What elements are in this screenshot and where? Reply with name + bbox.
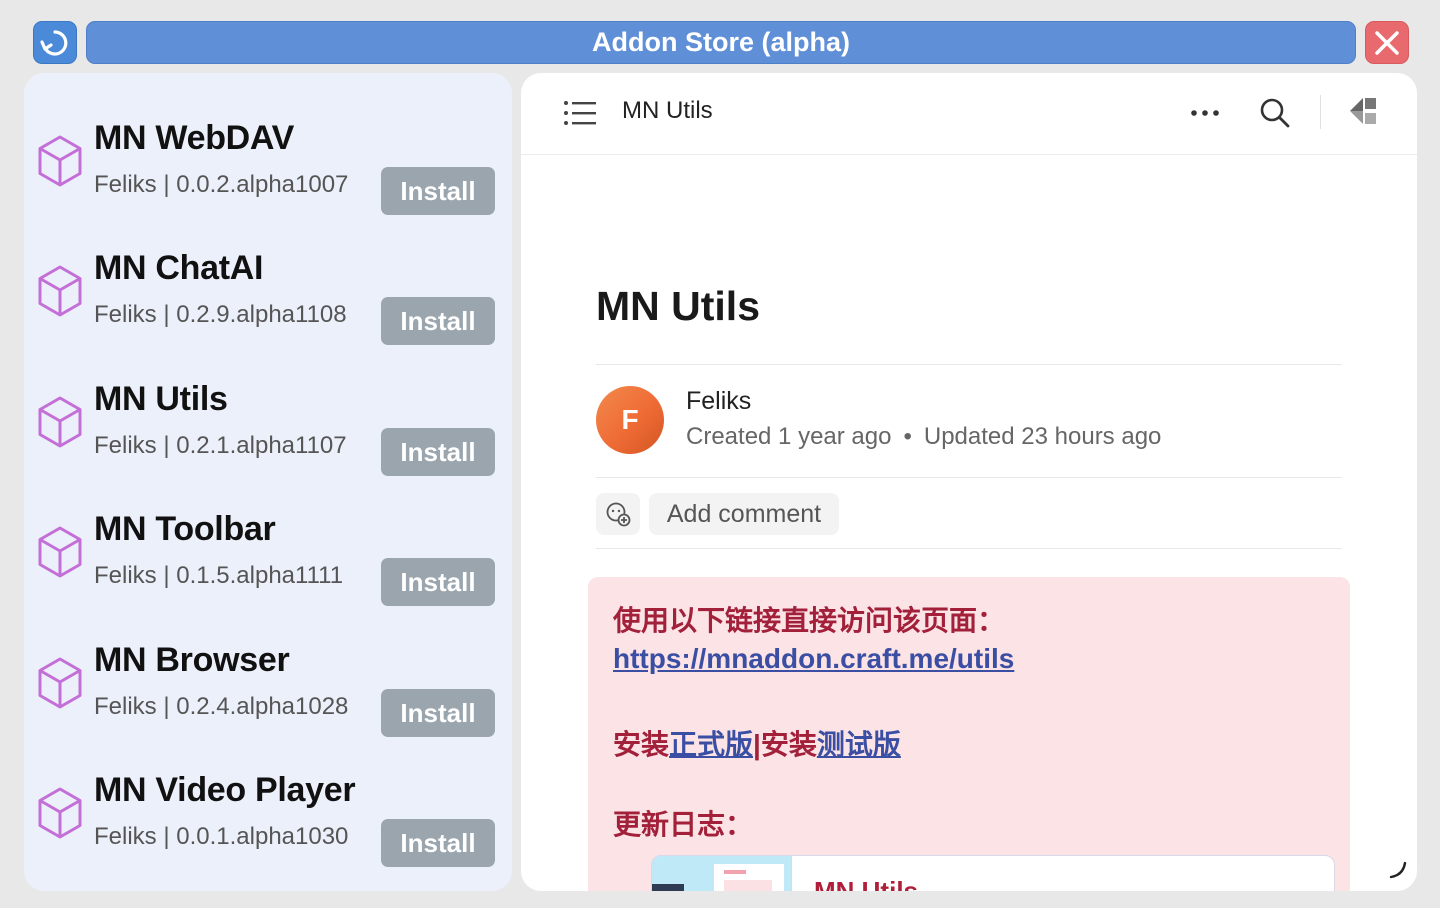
divider bbox=[596, 364, 1342, 365]
addon-name: MN Browser bbox=[94, 641, 290, 679]
addon-name: MN Video Player bbox=[94, 771, 356, 809]
card-title: MN Utils bbox=[814, 876, 918, 891]
callout-intro: 使用以下链接直接访问该页面： bbox=[613, 605, 1006, 636]
addon-meta: Feliks | 0.1.5.alpha1111 bbox=[94, 562, 344, 589]
thumbnail-page bbox=[714, 864, 784, 891]
addon-item[interactable]: MN Video Player Feliks | 0.0.1.alpha1030… bbox=[24, 747, 512, 877]
addon-name: MN ChatAI bbox=[94, 249, 264, 287]
created-date: Created 1 year ago bbox=[686, 423, 892, 450]
install-beta-link[interactable]: 测试版 bbox=[817, 729, 901, 760]
document-dates: Created 1 year ago • Updated 23 hours ago bbox=[686, 423, 1161, 451]
list-menu-icon[interactable] bbox=[563, 99, 597, 127]
install-prefix: 安装 bbox=[613, 729, 670, 760]
install-button[interactable]: Install bbox=[381, 167, 495, 215]
changelog-heading: 更新日志： bbox=[613, 809, 754, 840]
addon-cube-icon bbox=[38, 396, 82, 448]
install-button[interactable]: Install bbox=[381, 689, 495, 737]
divider bbox=[596, 548, 1342, 549]
refresh-button[interactable] bbox=[33, 21, 77, 64]
toolbar-divider bbox=[1320, 95, 1321, 129]
addon-cube-icon bbox=[38, 787, 82, 839]
addon-meta: Feliks | 0.2.1.alpha1107 bbox=[94, 432, 347, 459]
avatar[interactable]: F bbox=[596, 386, 664, 454]
addon-name: MN Toolbar bbox=[94, 510, 276, 548]
resize-handle-icon[interactable] bbox=[1387, 859, 1409, 881]
install-button[interactable]: Install bbox=[381, 428, 495, 476]
window-title-bar[interactable]: Addon Store (alpha) bbox=[86, 21, 1356, 64]
addon-item[interactable]: MN Browser Feliks | 0.2.4.alpha1028 Inst… bbox=[24, 617, 512, 747]
divider bbox=[596, 477, 1342, 478]
close-button[interactable] bbox=[1365, 21, 1409, 64]
add-comment-icon bbox=[606, 502, 631, 527]
addon-meta: Feliks | 0.2.4.alpha1028 bbox=[94, 693, 349, 720]
addon-meta: Feliks | 0.0.1.alpha1030 bbox=[94, 823, 349, 850]
addon-name: MN WebDAV bbox=[94, 119, 295, 157]
refresh-icon bbox=[40, 29, 68, 56]
addon-cube-icon bbox=[38, 657, 82, 709]
addon-name: MN Utils bbox=[94, 380, 228, 418]
addon-list[interactable]: MN WebDAV Feliks | 0.0.2.alpha1007 Insta… bbox=[24, 73, 512, 891]
addon-cube-icon bbox=[38, 526, 82, 578]
install-stable-link[interactable]: 正式版 bbox=[669, 729, 753, 760]
addon-item[interactable]: MN Utils Feliks | 0.2.1.alpha1107 Instal… bbox=[24, 356, 512, 486]
addon-cube-icon bbox=[38, 135, 82, 187]
addon-item[interactable]: MN Toolbar Feliks | 0.1.5.alpha1111 Inst… bbox=[24, 486, 512, 616]
page-url-link[interactable]: https://mnaddon.craft.me/utils bbox=[613, 643, 1014, 674]
callout-link-line: https://mnaddon.craft.me/utils bbox=[613, 643, 1014, 675]
page-link-card[interactable]: MN Utils bbox=[651, 855, 1335, 891]
close-icon bbox=[1375, 30, 1399, 55]
install-separator: |安装 bbox=[753, 729, 817, 760]
addon-meta: Feliks | 0.2.9.alpha1108 bbox=[94, 301, 347, 328]
document-panel[interactable]: MN Utils MN Utils F Feliks Created 1 yea… bbox=[521, 73, 1417, 891]
topbar-title: MN Utils bbox=[622, 97, 713, 124]
install-links-line: 安装正式版|安装测试版 bbox=[613, 723, 901, 763]
thumbnail-tag bbox=[652, 884, 684, 891]
search-icon[interactable] bbox=[1259, 97, 1291, 129]
updated-date: Updated 23 hours ago bbox=[923, 423, 1162, 450]
separator-dot: • bbox=[903, 423, 912, 450]
addon-meta: Feliks | 0.0.2.alpha1007 bbox=[94, 171, 349, 198]
avatar-letter: F bbox=[621, 404, 639, 435]
more-options-icon[interactable] bbox=[1189, 101, 1221, 125]
window-title: Addon Store (alpha) bbox=[592, 27, 850, 57]
addon-cube-icon bbox=[38, 265, 82, 317]
card-thumbnail bbox=[652, 856, 792, 891]
craft-logo-icon[interactable] bbox=[1347, 95, 1379, 127]
document-title: MN Utils bbox=[596, 283, 760, 329]
add-comment-button[interactable]: Add comment bbox=[649, 493, 839, 535]
comment-icon-button[interactable] bbox=[596, 493, 640, 535]
addon-item[interactable]: MN ChatAI Feliks | 0.2.9.alpha1108 Insta… bbox=[24, 225, 512, 355]
callout-block: 使用以下链接直接访问该页面： https://mnaddon.craft.me/… bbox=[588, 577, 1350, 891]
install-button[interactable]: Install bbox=[381, 558, 495, 606]
install-button[interactable]: Install bbox=[381, 297, 495, 345]
install-button[interactable]: Install bbox=[381, 819, 495, 867]
addon-item[interactable]: MN WebDAV Feliks | 0.0.2.alpha1007 Insta… bbox=[24, 95, 512, 225]
document-topbar: MN Utils bbox=[521, 73, 1417, 155]
author-name: Feliks bbox=[686, 387, 752, 415]
